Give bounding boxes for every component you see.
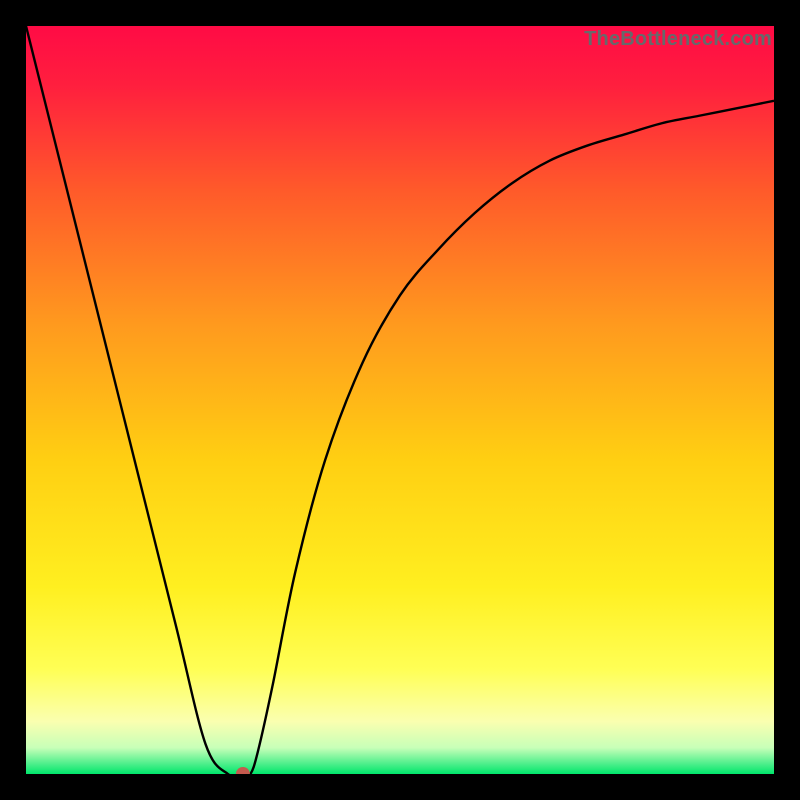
chart-frame: TheBottleneck.com [26,26,774,774]
watermark-text: TheBottleneck.com [584,28,772,51]
gradient-background [26,26,774,774]
